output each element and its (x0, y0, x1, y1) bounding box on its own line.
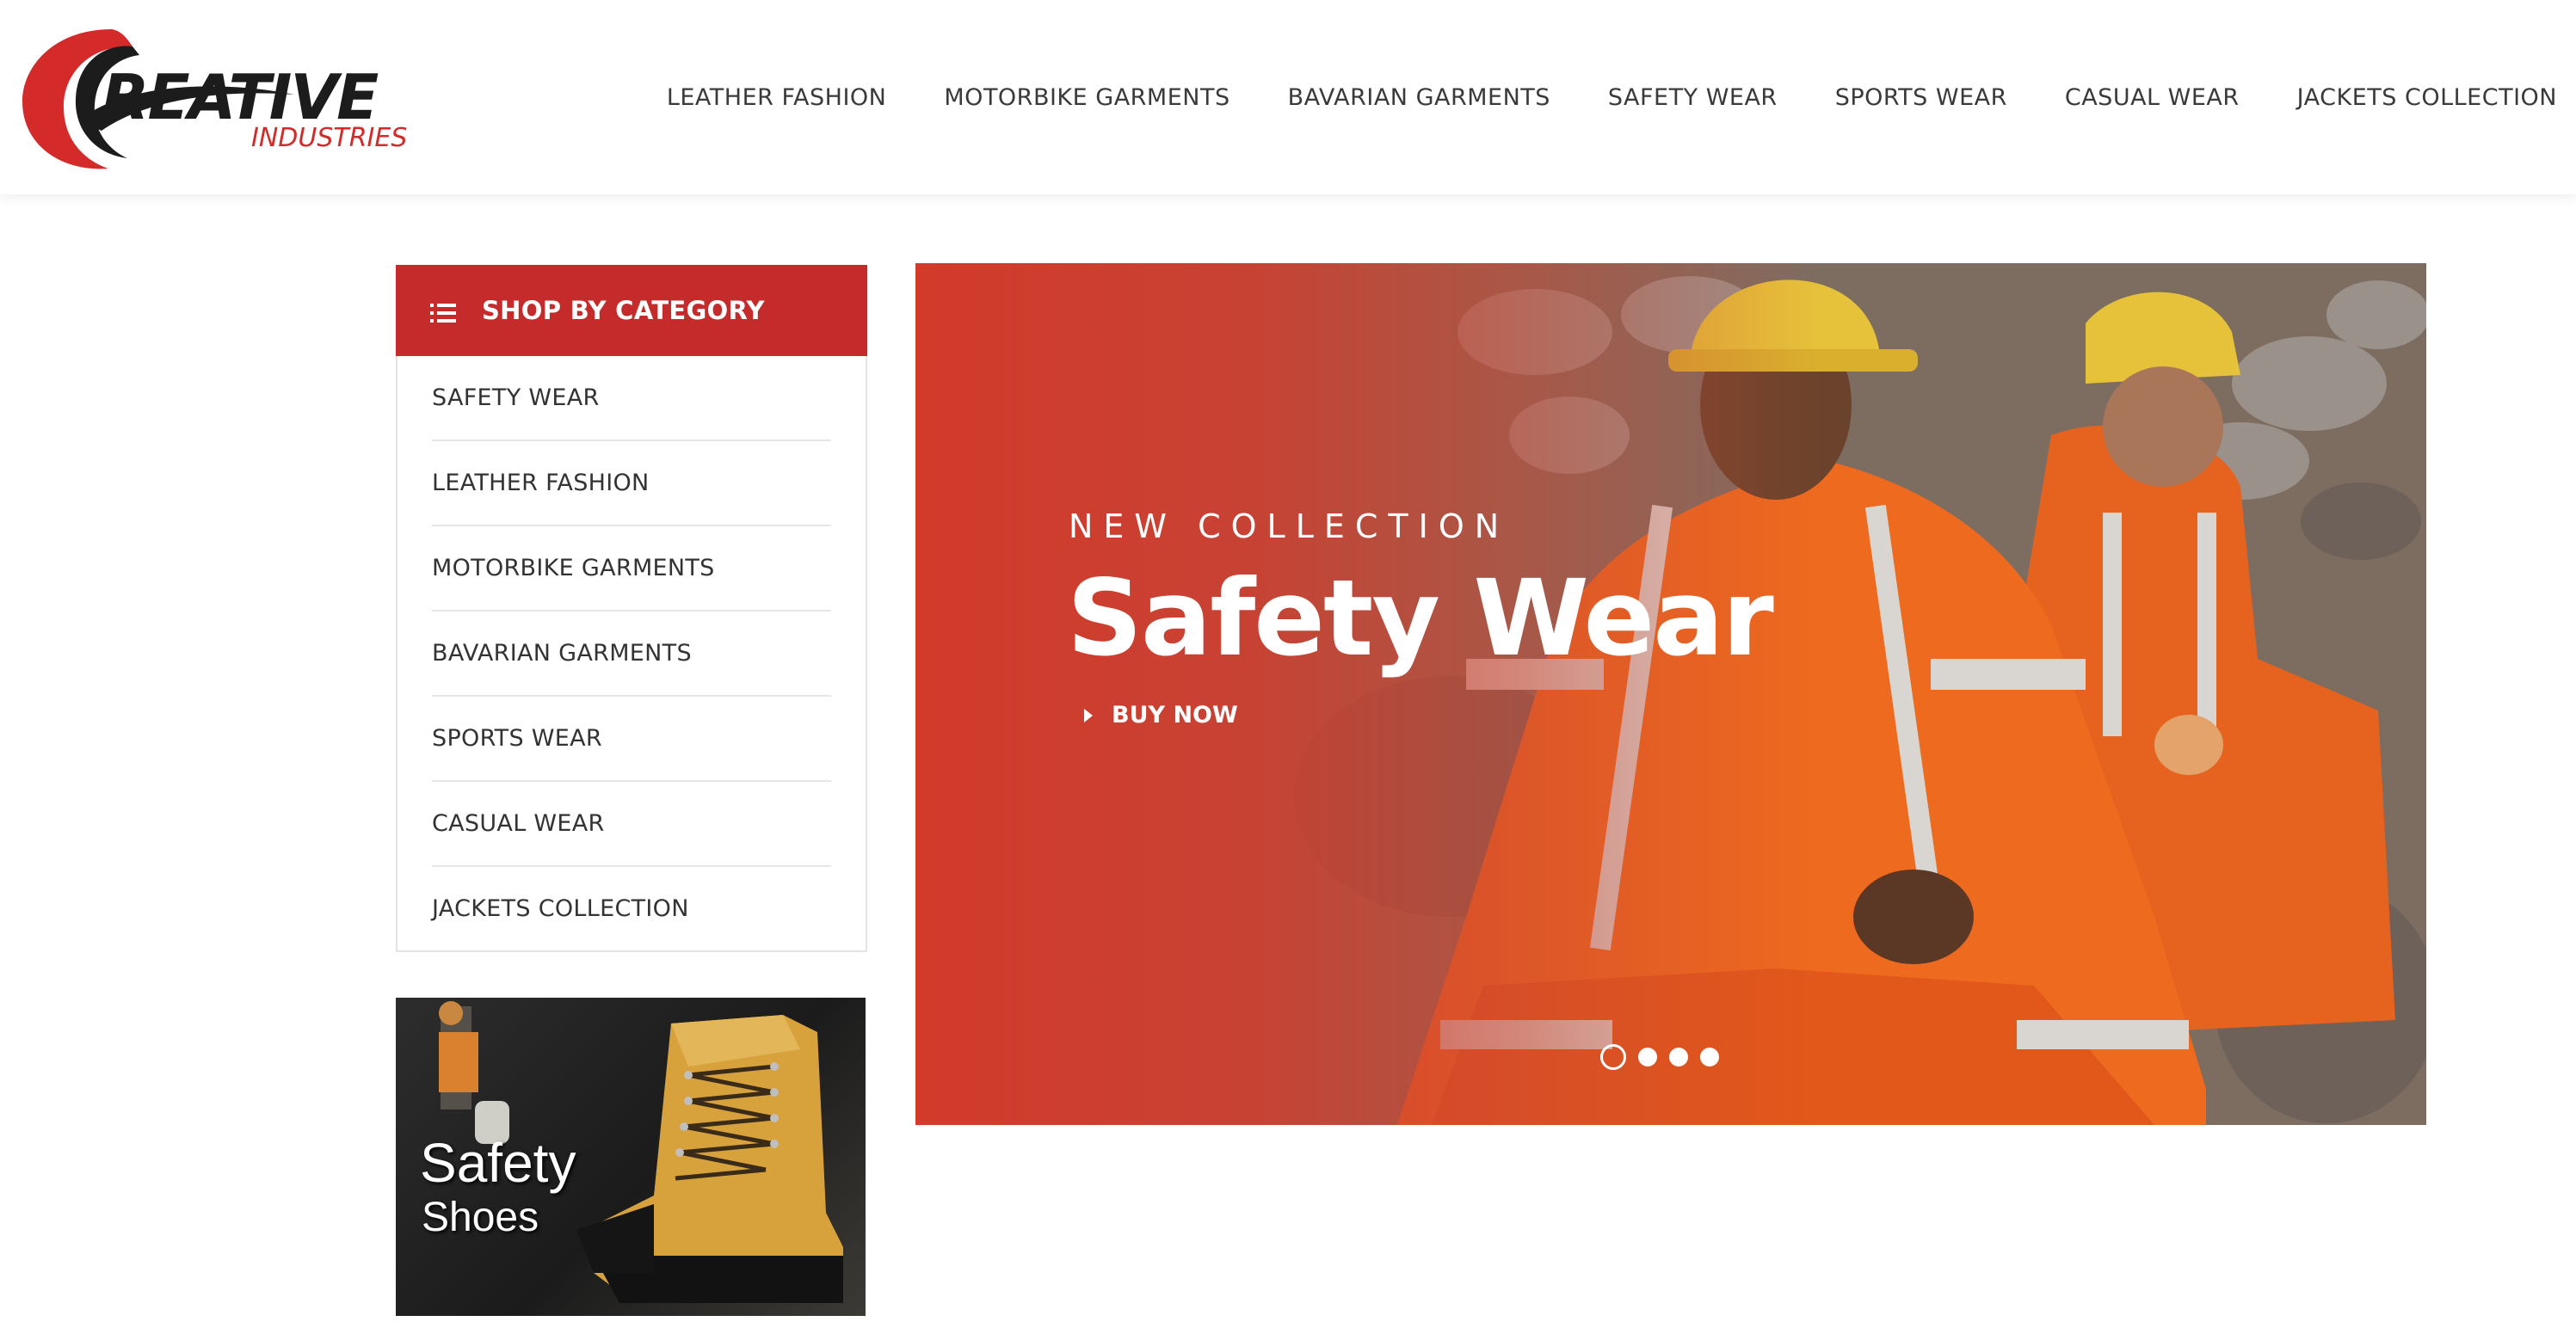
hero-eyebrow: NEW COLLECTION (1069, 507, 1510, 545)
safety-shoes-banner[interactable]: Safety Shoes (396, 998, 866, 1316)
slider-dot-2[interactable] (1638, 1048, 1657, 1066)
slider-dot-3[interactable] (1669, 1048, 1688, 1066)
category-item-safety-wear[interactable]: SAFETY WEAR (432, 356, 831, 441)
category-list: SAFETY WEAR LEATHER FASHION MOTORBIKE GA… (397, 356, 866, 950)
category-item-motorbike-garments[interactable]: MOTORBIKE GARMENTS (432, 526, 831, 612)
site-header: REATIVE INDUSTRIES LEATHER FASHION MOTOR… (0, 0, 2576, 194)
nav-item-motorbike-garments[interactable]: MOTORBIKE GARMENTS (944, 84, 1229, 111)
promo-subtitle: Shoes (422, 1195, 539, 1240)
svg-text:INDUSTRIES: INDUSTRIES (251, 123, 407, 153)
promo-title: Safety (420, 1132, 576, 1194)
category-item-bavarian-garments[interactable]: BAVARIAN GARMENTS (432, 612, 831, 697)
category-heading: SHOP BY CATEGORY (396, 265, 867, 356)
category-item-casual-wear[interactable]: CASUAL WEAR (432, 782, 831, 867)
hero-red-overlay (915, 263, 2426, 1125)
nav-item-safety-wear[interactable]: SAFETY WEAR (1608, 84, 1778, 111)
category-item-jackets-collection[interactable]: JACKETS COLLECTION (432, 867, 831, 950)
buy-now-button[interactable]: BUY NOW (1084, 702, 1238, 728)
hero-title: Safety Wear (1067, 557, 1774, 679)
category-heading-label: SHOP BY CATEGORY (482, 296, 765, 325)
logo-graphic: REATIVE INDUSTRIES (22, 29, 407, 169)
buy-now-label: BUY NOW (1112, 702, 1238, 728)
brand-logo[interactable]: REATIVE INDUSTRIES (19, 24, 484, 174)
caret-right-icon (1084, 708, 1093, 722)
nav-item-leather-fashion[interactable]: LEATHER FASHION (667, 84, 887, 111)
slider-dot-4[interactable] (1700, 1048, 1719, 1066)
slider-dot-1[interactable] (1600, 1044, 1626, 1070)
category-sidebar: SHOP BY CATEGORY SAFETY WEAR LEATHER FAS… (396, 265, 867, 952)
slider-pagination (1600, 1044, 1719, 1070)
nav-item-jackets-collection[interactable]: JACKETS COLLECTION (2297, 84, 2557, 111)
nav-item-bavarian-garments[interactable]: BAVARIAN GARMENTS (1288, 84, 1550, 111)
category-item-leather-fashion[interactable]: LEATHER FASHION (432, 441, 831, 526)
main-nav: LEATHER FASHION MOTORBIKE GARMENTS BAVAR… (667, 77, 2557, 117)
nav-item-casual-wear[interactable]: CASUAL WEAR (2065, 84, 2240, 111)
category-item-sports-wear[interactable]: SPORTS WEAR (432, 697, 831, 782)
list-icon (430, 300, 456, 323)
nav-item-sports-wear[interactable]: SPORTS WEAR (1835, 84, 2007, 111)
hero-slider: NEW COLLECTION Safety Wear BUY NOW (915, 263, 2426, 1125)
